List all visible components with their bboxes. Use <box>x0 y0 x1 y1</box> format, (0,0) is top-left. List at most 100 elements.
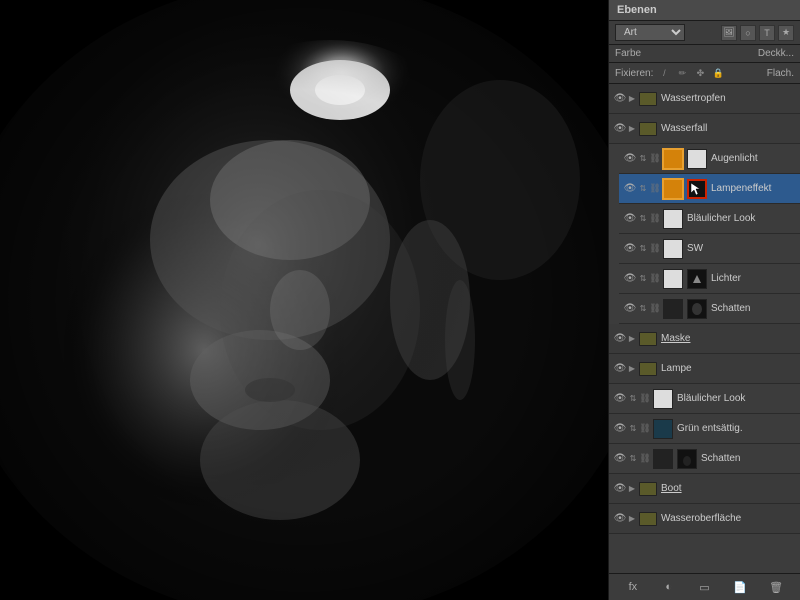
layer-row[interactable]: 👁 ⇅ ⛓ Grün entsättig. <box>609 414 800 444</box>
visibility-icon[interactable]: 👁 <box>613 422 627 436</box>
collapse-arrow-icon[interactable]: ▶ <box>627 92 637 106</box>
flab-label: Flach. <box>767 68 794 79</box>
star-icon-btn[interactable]: ★ <box>778 25 794 41</box>
adj-icon: ⇅ <box>637 243 649 255</box>
layer-thumb[interactable] <box>663 239 683 259</box>
layer-thumb[interactable] <box>663 209 683 229</box>
brush-icon[interactable]: ✏ <box>675 66 689 80</box>
layer-name: Wasseroberfläche <box>661 513 796 524</box>
visibility-icon[interactable]: 👁 <box>613 332 627 346</box>
chain-icon: ⛓ <box>649 212 661 226</box>
adj-icon: ⇅ <box>627 393 639 405</box>
layer-row[interactable]: 👁 ⇅ ⛓ Bläulicher Look <box>619 204 800 234</box>
adj-icon: ⇅ <box>637 273 649 285</box>
adjustment-icon[interactable]: ◐ <box>660 578 678 596</box>
group-icon[interactable]: ▭ <box>695 578 713 596</box>
layer-name: Augenlicht <box>711 153 796 164</box>
chain-icon: ⛓ <box>639 422 651 436</box>
visibility-icon[interactable]: 👁 <box>613 122 627 136</box>
adj-icon: ⇅ <box>637 303 649 315</box>
canvas-area <box>0 0 608 600</box>
mask-thumb[interactable] <box>687 149 707 169</box>
layer-thumb[interactable] <box>663 179 683 199</box>
chain-icon: ⛓ <box>649 152 661 166</box>
mask-thumb[interactable] <box>677 449 697 469</box>
layer-row[interactable]: 👁 ⇅ ⛓ Lichter <box>619 264 800 294</box>
visibility-icon[interactable]: 👁 <box>613 92 627 106</box>
layer-name: Schatten <box>711 303 796 314</box>
layer-name-boot: Boot <box>661 483 796 494</box>
layer-thumb[interactable] <box>663 299 683 319</box>
mask-thumb[interactable] <box>687 269 707 289</box>
layer-name: Lampeneffekt <box>711 183 796 194</box>
collapse-arrow-icon[interactable]: ▶ <box>627 122 637 136</box>
blend-mode-select[interactable]: Art Normal <box>615 24 685 41</box>
visibility-icon[interactable]: 👁 <box>613 362 627 376</box>
layer-row[interactable]: 👁 ⇅ ⛓ Schatten <box>619 294 800 324</box>
layer-name: Lampe <box>661 363 796 374</box>
collapse-arrow-icon[interactable]: ▶ <box>627 332 637 346</box>
chain-icon: ⛓ <box>649 182 661 196</box>
visibility-icon[interactable]: 👁 <box>623 242 637 256</box>
color-opacity-row: Farbe Deckk... <box>609 45 800 63</box>
layer-name: Wassertropfen <box>661 93 796 104</box>
chain-icon: ⛓ <box>649 272 661 286</box>
mask-thumb[interactable] <box>687 299 707 319</box>
opacity-label: Deckk... <box>758 48 794 59</box>
lock-icon[interactable]: / <box>657 66 671 80</box>
visibility-icon[interactable]: 👁 <box>613 512 627 526</box>
padlock-icon[interactable]: 🔒 <box>711 66 725 80</box>
visibility-icon[interactable]: 👁 <box>613 452 627 466</box>
T-icon-btn[interactable]: T <box>759 25 775 41</box>
layer-thumb[interactable] <box>653 389 673 409</box>
move-icon[interactable]: ✤ <box>693 66 707 80</box>
visibility-icon[interactable]: 👁 <box>623 152 637 166</box>
layer-name: Lichter <box>711 273 796 284</box>
new-layer-icon[interactable]: 📄 <box>731 578 749 596</box>
panel-title: Ebenen <box>617 4 657 16</box>
layer-row[interactable]: 👁 ⇅ ⛓ Augenlicht <box>619 144 800 174</box>
layer-row[interactable]: 👁 ▶ Wasseroberfläche <box>609 504 800 534</box>
folder-thumb <box>639 362 657 376</box>
layer-row[interactable]: 👁 ⇅ ⛓ Bläulicher Look <box>609 384 800 414</box>
visibility-icon[interactable]: 👁 <box>623 302 637 316</box>
image-icon-btn[interactable]: 🖼 <box>721 25 737 41</box>
layer-row-lampeneffekt[interactable]: 👁 ⇅ ⛓ Lampeneffekt <box>619 174 800 204</box>
layer-thumb[interactable] <box>663 269 683 289</box>
collapse-arrow-icon[interactable]: ▶ <box>627 482 637 496</box>
folder-thumb <box>639 482 657 496</box>
layer-row-boot[interactable]: 👁 ▶ Boot <box>609 474 800 504</box>
visibility-icon[interactable]: 👁 <box>613 392 627 406</box>
layer-row[interactable]: 👁 ▶ Maske <box>609 324 800 354</box>
mask-thumb-active[interactable] <box>687 179 707 199</box>
layer-row[interactable]: 👁 ▶ Wasserfall <box>609 114 800 144</box>
layer-row[interactable]: 👁 ⇅ ⛓ Schatten <box>609 444 800 474</box>
folder-thumb <box>639 92 657 106</box>
visibility-icon[interactable]: 👁 <box>623 212 637 226</box>
layer-row[interactable]: 👁 ⇅ ⛓ SW <box>619 234 800 264</box>
adj-icon: ⇅ <box>637 213 649 225</box>
collapse-arrow-icon[interactable]: ▶ <box>627 362 637 376</box>
delete-icon[interactable]: 🗑 <box>767 578 785 596</box>
panel-bottom: fx ◐ ▭ 📄 🗑 <box>609 573 800 600</box>
visibility-icon[interactable]: 👁 <box>613 482 627 496</box>
fix-row: Fixieren: / ✏ ✤ 🔒 Flach. <box>609 63 800 84</box>
layer-row[interactable]: 👁 ▶ Wassertropfen <box>609 84 800 114</box>
visibility-icon[interactable]: 👁 <box>623 272 637 286</box>
fix-label: Fixieren: <box>615 68 653 79</box>
chain-icon: ⛓ <box>649 242 661 256</box>
layer-thumb[interactable] <box>663 149 683 169</box>
fx-icon[interactable]: fx <box>624 578 642 596</box>
canvas-image <box>0 0 608 600</box>
panel-icon-group: 🖼 ○ T ★ <box>721 25 794 41</box>
visibility-icon[interactable]: 👁 <box>623 182 637 196</box>
layer-row[interactable]: 👁 ▶ Lampe <box>609 354 800 384</box>
layers-list: 👁 ▶ Wassertropfen 👁 ▶ Wasserfall 👁 ⇅ ⛓ A… <box>609 84 800 573</box>
adj-icon: ⇅ <box>637 153 649 165</box>
layer-thumb[interactable] <box>653 449 673 469</box>
folder-thumb <box>639 332 657 346</box>
circle-icon-btn[interactable]: ○ <box>740 25 756 41</box>
layers-panel: Ebenen Art Normal 🖼 ○ T ★ Farbe Deckk...… <box>608 0 800 600</box>
collapse-arrow-icon[interactable]: ▶ <box>627 512 637 526</box>
layer-thumb[interactable] <box>653 419 673 439</box>
